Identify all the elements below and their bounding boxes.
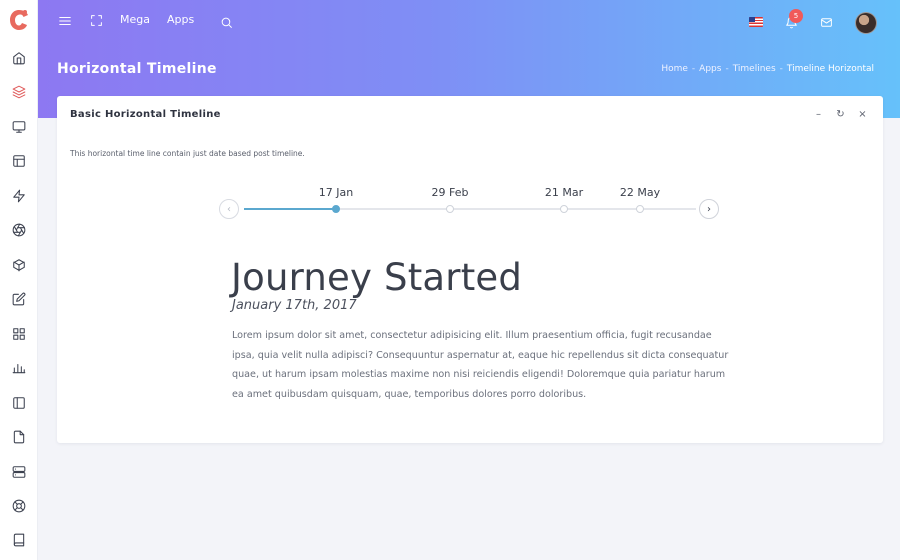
sidebar bbox=[0, 0, 38, 560]
box-icon[interactable] bbox=[10, 256, 28, 274]
us-flag-icon[interactable] bbox=[749, 17, 763, 27]
app-logo-icon[interactable] bbox=[8, 8, 30, 32]
card-title: Basic Horizontal Timeline bbox=[70, 109, 221, 120]
file-icon[interactable] bbox=[10, 428, 28, 446]
user-avatar[interactable] bbox=[855, 12, 877, 34]
card-tools: – ↻ × bbox=[814, 109, 867, 120]
minimize-icon[interactable]: – bbox=[814, 109, 823, 120]
zap-icon[interactable] bbox=[10, 187, 28, 205]
breadcrumb-separator: - bbox=[725, 64, 729, 74]
close-icon[interactable]: × bbox=[858, 109, 867, 120]
event-body: Lorem ipsum dolor sit amet, consectetur … bbox=[232, 330, 729, 400]
event-date: January 17th, 2017 bbox=[232, 298, 357, 313]
breadcrumb-current: Timeline Horizontal bbox=[786, 64, 874, 74]
timeline-prev-button[interactable]: ‹ bbox=[219, 199, 239, 219]
breadcrumb-timelines[interactable]: Timelines bbox=[733, 64, 776, 74]
home-icon[interactable] bbox=[10, 49, 28, 67]
timeline-date-4[interactable]: 22 May bbox=[620, 186, 660, 199]
aperture-icon[interactable] bbox=[10, 221, 28, 239]
breadcrumb-home[interactable]: Home bbox=[661, 64, 688, 74]
breadcrumb: Home - Apps - Timelines - Timeline Horiz… bbox=[661, 64, 874, 74]
server-icon[interactable] bbox=[10, 463, 28, 481]
layers-icon[interactable] bbox=[10, 83, 28, 101]
monitor-icon[interactable] bbox=[10, 118, 28, 136]
bar-chart-icon[interactable] bbox=[10, 359, 28, 377]
card-description: This horizontal time line contain just d… bbox=[70, 149, 305, 158]
timeline-card: Basic Horizontal Timeline – ↻ × This hor… bbox=[57, 96, 883, 443]
search-icon[interactable] bbox=[219, 15, 233, 29]
notification-badge: 5 bbox=[789, 9, 803, 23]
chevron-right-icon: › bbox=[707, 203, 711, 215]
timeline-dot-3[interactable] bbox=[560, 205, 568, 213]
timeline-dot-1[interactable] bbox=[332, 205, 340, 213]
breadcrumb-separator: - bbox=[779, 64, 783, 74]
timeline-date-2[interactable]: 29 Feb bbox=[432, 186, 469, 199]
book-icon[interactable] bbox=[10, 531, 28, 549]
mail-icon[interactable] bbox=[819, 15, 833, 29]
layout-icon[interactable] bbox=[10, 152, 28, 170]
nav-link-apps[interactable]: Apps bbox=[167, 13, 194, 26]
timeline-date-3[interactable]: 21 Mar bbox=[545, 186, 583, 199]
grid-icon[interactable] bbox=[10, 325, 28, 343]
timeline-dot-2[interactable] bbox=[446, 205, 454, 213]
refresh-icon[interactable]: ↻ bbox=[836, 109, 845, 120]
timeline-dot-4[interactable] bbox=[636, 205, 644, 213]
breadcrumb-separator: - bbox=[691, 64, 696, 74]
timeline-next-button[interactable]: › bbox=[699, 199, 719, 219]
sidebar-toggle-icon[interactable] bbox=[10, 394, 28, 412]
timeline-date-1[interactable]: 17 Jan bbox=[319, 186, 353, 199]
life-buoy-icon[interactable] bbox=[10, 497, 28, 515]
menu-icon[interactable] bbox=[58, 14, 72, 28]
event-title: Journey Started bbox=[231, 256, 523, 299]
timeline-progress bbox=[244, 208, 336, 210]
chevron-left-icon: ‹ bbox=[227, 203, 231, 215]
page-title: Horizontal Timeline bbox=[57, 61, 217, 77]
breadcrumb-apps[interactable]: Apps bbox=[699, 64, 721, 74]
fullscreen-icon[interactable] bbox=[89, 13, 103, 27]
edit-icon[interactable] bbox=[10, 290, 28, 308]
nav-link-mega[interactable]: Mega bbox=[120, 13, 150, 26]
